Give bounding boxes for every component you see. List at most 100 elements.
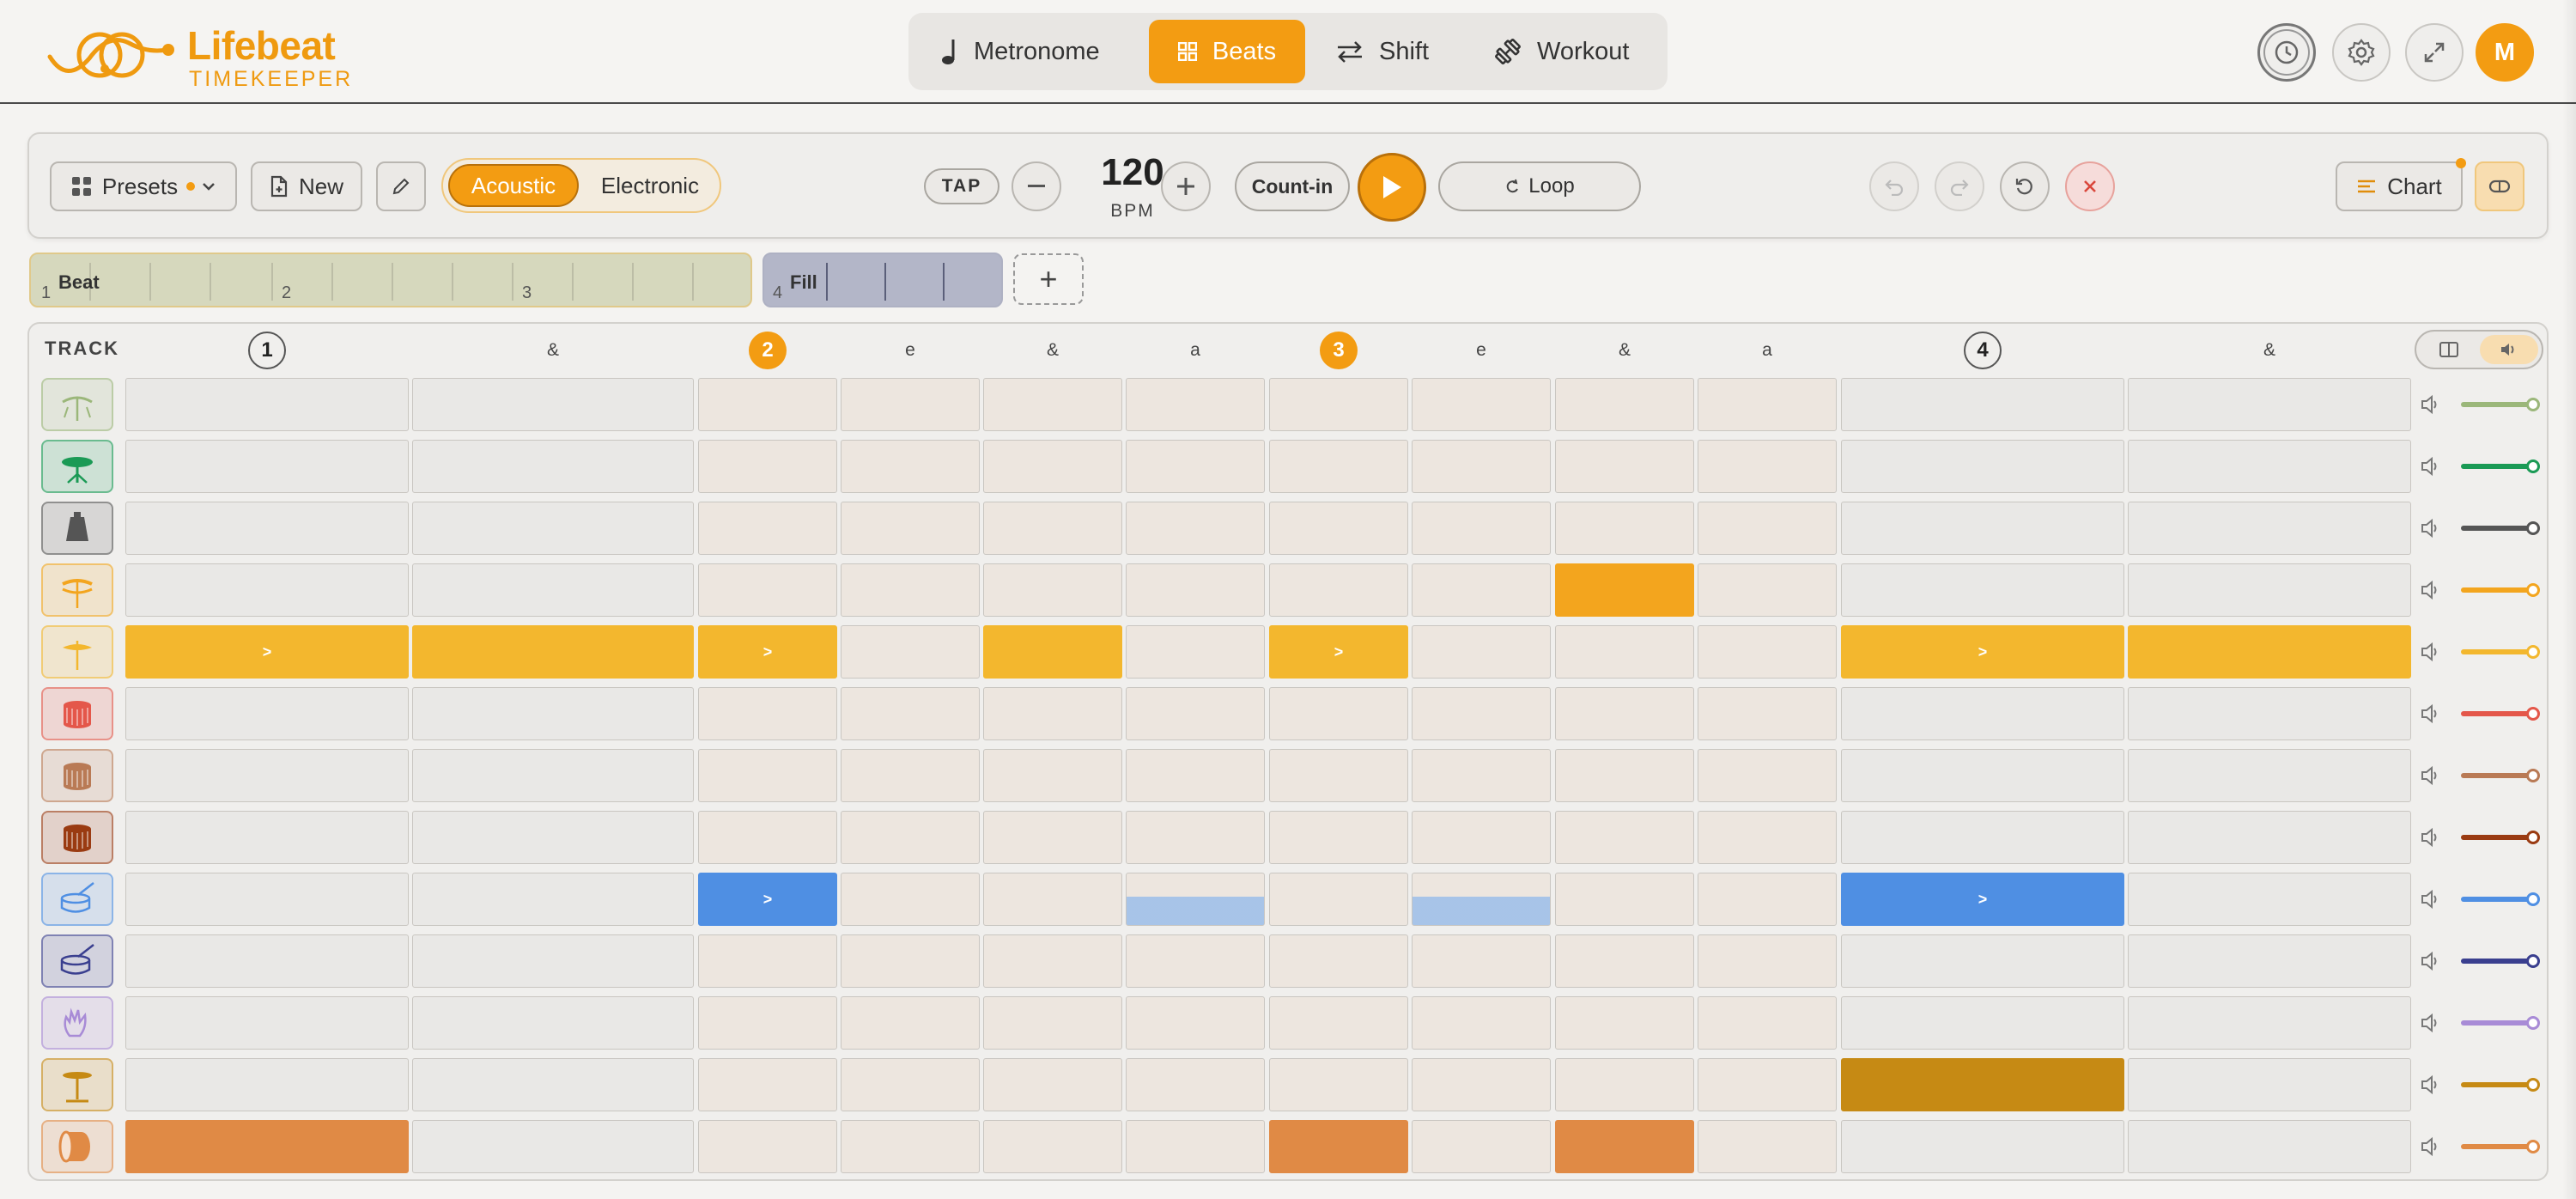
step-cell[interactable]	[412, 378, 694, 431]
step-cell[interactable]	[125, 378, 409, 431]
speaker-icon[interactable]	[2420, 641, 2442, 663]
undo-button[interactable]	[1869, 161, 1919, 211]
speaker-icon[interactable]	[2420, 1012, 2442, 1034]
presets-button[interactable]: Presets	[50, 161, 237, 211]
step-cell[interactable]	[1841, 378, 2124, 431]
step-cell[interactable]	[698, 934, 837, 988]
play-button[interactable]	[1358, 153, 1426, 222]
step-cell[interactable]	[1412, 1058, 1551, 1111]
clear-button[interactable]	[2065, 161, 2115, 211]
track-icon-china-cymbal[interactable]	[41, 378, 113, 431]
step-cell[interactable]	[125, 1120, 409, 1173]
step-cell[interactable]	[983, 687, 1122, 740]
step-cell[interactable]	[125, 563, 409, 617]
track-icon-mid-tom[interactable]	[41, 749, 113, 802]
step-cell[interactable]	[1126, 1058, 1265, 1111]
step-cell[interactable]	[1126, 996, 1265, 1050]
step-cell[interactable]	[1555, 625, 1694, 679]
step-cell[interactable]	[1126, 502, 1265, 555]
step-cell[interactable]	[841, 934, 980, 988]
step-cell[interactable]	[1412, 502, 1551, 555]
speaker-icon[interactable]	[2420, 764, 2442, 787]
speaker-icon[interactable]	[2420, 1135, 2442, 1158]
volume-slider-handle[interactable]	[2526, 954, 2540, 968]
volume-slider-handle[interactable]	[2526, 521, 2540, 535]
step-cell[interactable]	[1555, 687, 1694, 740]
step-cell[interactable]: >	[698, 625, 837, 679]
step-cell[interactable]	[1412, 934, 1551, 988]
step-cell[interactable]	[1555, 996, 1694, 1050]
step-cell[interactable]	[1126, 749, 1265, 802]
bpm-increase-button[interactable]	[1161, 161, 1211, 211]
tab-metronome[interactable]: Metronome	[941, 20, 1159, 83]
step-cell[interactable]	[1698, 563, 1837, 617]
step-cell[interactable]	[412, 873, 694, 926]
step-cell[interactable]	[2128, 996, 2411, 1050]
compact-view-button[interactable]	[2475, 161, 2524, 211]
step-cell[interactable]	[1698, 873, 1837, 926]
step-cell[interactable]	[698, 440, 837, 493]
step-cell[interactable]	[1412, 625, 1551, 679]
step-cell[interactable]	[2128, 1058, 2411, 1111]
volume-slider[interactable]	[2461, 649, 2537, 654]
step-cell[interactable]	[1126, 811, 1265, 864]
track-icon-clap[interactable]	[41, 996, 113, 1050]
track-icon-snare[interactable]	[41, 873, 113, 926]
speaker-icon[interactable]	[2420, 579, 2442, 601]
step-cell[interactable]	[1412, 811, 1551, 864]
volume-slider-handle[interactable]	[2526, 1016, 2540, 1030]
app-logo[interactable]: Lifebeat TIMEKEEPER	[46, 22, 355, 91]
step-cell[interactable]	[983, 934, 1122, 988]
step-cell[interactable]	[1841, 934, 2124, 988]
step-cell[interactable]	[1698, 378, 1837, 431]
track-icon-high-tom[interactable]	[41, 687, 113, 740]
step-cell[interactable]	[983, 1120, 1122, 1173]
tap-tempo-button[interactable]: TAP	[924, 168, 999, 204]
step-cell[interactable]	[841, 687, 980, 740]
step-cell[interactable]	[983, 873, 1122, 926]
step-cell[interactable]: >	[125, 625, 409, 679]
section-fill[interactable]: 4 Fill	[762, 253, 1003, 307]
volume-slider[interactable]	[2461, 897, 2537, 902]
speaker-icon[interactable]	[2420, 950, 2442, 972]
volume-slider-handle[interactable]	[2526, 707, 2540, 721]
step-cell[interactable]	[841, 873, 980, 926]
volume-slider[interactable]	[2461, 402, 2537, 407]
step-cell[interactable]	[412, 1120, 694, 1173]
step-cell[interactable]	[1698, 934, 1837, 988]
step-cell[interactable]	[698, 811, 837, 864]
step-cell[interactable]	[983, 625, 1122, 679]
step-cell[interactable]	[1841, 1058, 2124, 1111]
step-cell[interactable]	[1269, 1120, 1408, 1173]
step-cell[interactable]	[2128, 378, 2411, 431]
step-cell[interactable]	[412, 502, 694, 555]
volume-slider-handle[interactable]	[2526, 460, 2540, 473]
step-cell[interactable]	[1841, 440, 2124, 493]
step-cell[interactable]	[1269, 749, 1408, 802]
step-cell[interactable]	[1555, 440, 1694, 493]
step-cell[interactable]	[841, 378, 980, 431]
step-cell[interactable]	[841, 1120, 980, 1173]
step-cell[interactable]	[2128, 563, 2411, 617]
tab-beats[interactable]: Beats	[1149, 20, 1305, 83]
kit-option-acoustic[interactable]: Acoustic	[448, 164, 579, 207]
step-cell[interactable]	[698, 378, 837, 431]
step-cell[interactable]	[1269, 996, 1408, 1050]
bpm-decrease-button[interactable]	[1012, 161, 1061, 211]
step-cell[interactable]	[125, 1058, 409, 1111]
volume-slider[interactable]	[2461, 526, 2537, 531]
edit-button[interactable]	[376, 161, 426, 211]
step-cell[interactable]	[1126, 563, 1265, 617]
volume-slider[interactable]	[2461, 464, 2537, 469]
volume-slider-handle[interactable]	[2526, 1140, 2540, 1153]
step-cell[interactable]	[841, 1058, 980, 1111]
step-cell[interactable]	[983, 811, 1122, 864]
step-cell[interactable]	[698, 563, 837, 617]
step-cell[interactable]	[412, 749, 694, 802]
step-cell[interactable]	[1841, 1120, 2124, 1173]
track-icon-open-hihat[interactable]	[41, 563, 113, 617]
step-cell[interactable]	[125, 996, 409, 1050]
step-cell[interactable]	[698, 1120, 837, 1173]
step-cell[interactable]	[1126, 873, 1265, 926]
step-cell[interactable]	[2128, 1120, 2411, 1173]
